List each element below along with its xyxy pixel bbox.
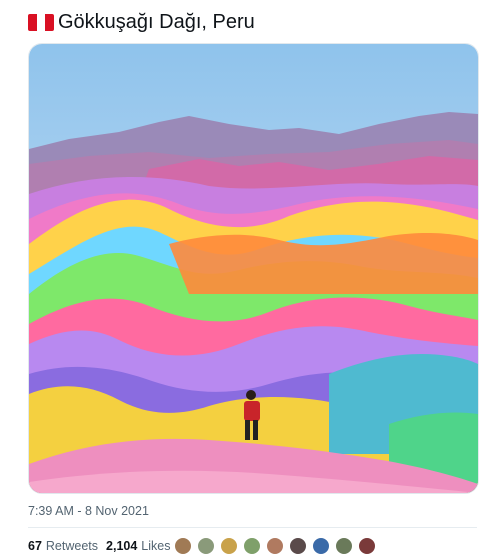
tweet-photo[interactable] bbox=[28, 43, 479, 494]
likes-label: Likes bbox=[141, 539, 171, 553]
liker-avatars bbox=[174, 537, 381, 555]
tweet-text: Gökkuşağı Dağı, Peru bbox=[28, 9, 255, 35]
liker-avatar[interactable] bbox=[335, 537, 353, 555]
liker-avatar[interactable] bbox=[289, 537, 307, 555]
liker-avatar[interactable] bbox=[220, 537, 238, 555]
tweet-text-content: Gökkuşağı Dağı, Peru bbox=[58, 10, 255, 33]
retweets-label: Retweets bbox=[45, 539, 99, 553]
liker-avatar[interactable] bbox=[197, 537, 215, 555]
likes-count: 2,104 bbox=[106, 539, 138, 553]
liker-avatar[interactable] bbox=[174, 537, 192, 555]
tweet-stats: 67 Retweets 2,104 Likes bbox=[28, 539, 178, 553]
likes-stat[interactable]: 2,104 Likes bbox=[106, 539, 170, 553]
peru-flag-icon bbox=[28, 13, 54, 31]
retweets-stat[interactable]: 67 Retweets bbox=[28, 539, 98, 553]
tweet-timestamp[interactable]: 7:39 AM - 8 Nov 2021 bbox=[28, 504, 149, 518]
rainbow-mountains-photo bbox=[29, 44, 478, 493]
liker-avatar[interactable] bbox=[358, 537, 376, 555]
liker-avatar[interactable] bbox=[243, 537, 261, 555]
liker-avatar[interactable] bbox=[312, 537, 330, 555]
liker-avatar[interactable] bbox=[266, 537, 284, 555]
divider bbox=[28, 527, 477, 528]
retweets-count: 67 bbox=[28, 539, 42, 553]
